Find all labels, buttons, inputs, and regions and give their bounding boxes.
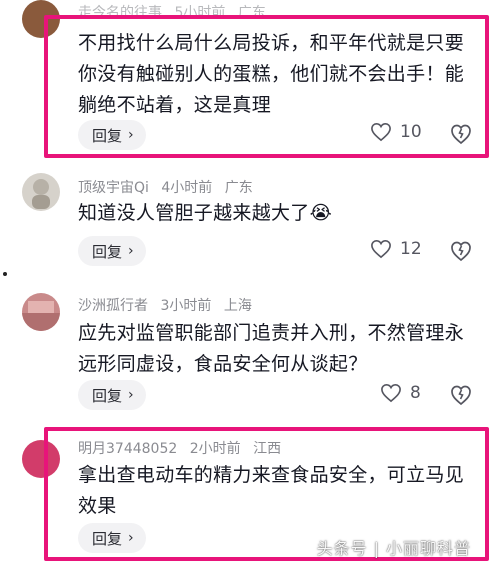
avatar-figure-icon: [32, 179, 50, 209]
username[interactable]: 沙洲孤行者: [78, 298, 148, 314]
crying-emoji-icon: 😭: [309, 202, 333, 224]
reply-label: 回复: [92, 386, 123, 405]
chevron-right-icon: ›: [128, 387, 134, 403]
chevron-right-icon: ›: [128, 127, 134, 143]
comment-time: 3小时前: [160, 298, 212, 314]
like-count: 10: [400, 122, 422, 142]
dislike-icon[interactable]: [449, 122, 473, 146]
comment-meta: 顶级宇宙Qi 4小时前 广东: [78, 177, 261, 197]
dislike-icon[interactable]: [449, 239, 473, 263]
username[interactable]: 顶级宇宙Qi: [78, 180, 149, 196]
comment-time: 4小时前: [161, 180, 213, 196]
comment-text: 拿出查电动车的精力来查食品安全，可立马见效果: [78, 464, 465, 517]
avatar[interactable]: [22, 173, 60, 211]
reply-label: 回复: [92, 242, 123, 261]
avatar-image-icon: [22, 301, 60, 331]
like-button[interactable]: 8: [380, 383, 421, 403]
avatar[interactable]: [22, 293, 60, 331]
like-count: 8: [410, 383, 421, 403]
comment-time: 5小时前: [174, 5, 226, 21]
comment-text: 知道没人管胆子越来越大了😭: [78, 198, 473, 229]
comment-location: 广东: [237, 5, 266, 21]
heart-icon: [381, 383, 401, 403]
like-count: 12: [400, 239, 422, 259]
comment-text: 应先对监管职能部门追责并入刑，不然管理永远形同虚设，食品安全何从谈起？: [78, 322, 465, 375]
comment-location: 广东: [224, 180, 253, 196]
dislike-icon[interactable]: [449, 383, 473, 407]
chevron-right-icon: ›: [128, 243, 134, 259]
watermark-right: 小丽聊科普: [385, 539, 471, 558]
reply-button[interactable]: 回复 ›: [78, 380, 146, 410]
reply-button[interactable]: 回复 ›: [78, 523, 146, 553]
reply-label: 回复: [92, 126, 123, 145]
comment-time: 2小时前: [189, 441, 241, 457]
username[interactable]: 走今名的往事: [78, 5, 162, 21]
like-button[interactable]: 12: [370, 239, 422, 259]
comment-location: 上海: [223, 298, 252, 314]
comment-text: 不用找什么局什么局投诉，和平年代就是只要你没有触碰别人的蛋糕，他们就不会出手！能…: [78, 32, 465, 116]
heart-icon: [371, 239, 391, 259]
username[interactable]: 明月37448052: [78, 441, 177, 457]
chevron-right-icon: ›: [128, 530, 134, 546]
reply-button[interactable]: 回复 ›: [78, 120, 146, 150]
comment-meta: 走今名的往事 5小时前 广东: [78, 2, 274, 22]
reply-button[interactable]: 回复 ›: [78, 236, 146, 266]
avatar[interactable]: [22, 440, 60, 478]
heart-icon: [371, 122, 391, 142]
comment-meta: 沙洲孤行者 3小时前 上海: [78, 295, 260, 315]
comment-item: 顶级宇宙Qi 4小时前 广东 知道没人管胆子越来越大了😭 回复 › 12: [0, 168, 499, 276]
watermark: 头条号 | 小丽聊科普: [316, 539, 471, 558]
avatar[interactable]: [22, 0, 60, 38]
comment-meta: 明月37448052 2小时前 江西: [78, 438, 289, 458]
like-button[interactable]: 10: [370, 122, 422, 142]
comment-location: 江西: [253, 441, 282, 457]
watermark-left: 头条号: [316, 539, 368, 558]
reply-label: 回复: [92, 529, 123, 548]
comment-item: 走今名的往事 5小时前 广东 不用找什么局什么局投诉，和平年代就是只要你没有触碰…: [0, 0, 499, 160]
comment-item: 沙洲孤行者 3小时前 上海 应先对监管职能部门追责并入刑，不然管理永远形同虚设，…: [0, 290, 499, 420]
comment-text-content: 知道没人管胆子越来越大了: [78, 202, 310, 224]
